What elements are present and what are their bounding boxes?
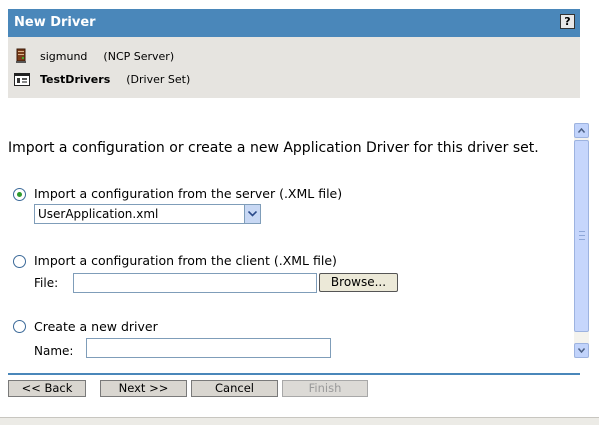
server-file-select[interactable]: UserApplication.xml [34,204,261,224]
driver-set-icon [14,71,30,87]
title-bar: New Driver ? [8,9,580,37]
browse-button[interactable]: Browse... [319,273,398,292]
server-type: (NCP Server) [103,49,175,63]
context-panel: sigmund (NCP Server) TestDrivers (Driver… [8,37,580,98]
driver-set-type: (Driver Set) [126,72,191,86]
option-import-server-label: Import a configuration from the server (… [34,186,343,201]
window-title: New Driver [14,15,96,30]
vertical-scrollbar[interactable] [574,123,589,358]
name-input[interactable] [86,338,331,358]
help-button[interactable]: ? [560,14,575,29]
back-button[interactable]: << Back [8,380,86,397]
context-row-server: sigmund (NCP Server) [14,47,174,65]
file-input[interactable] [73,273,317,293]
intro-text: Import a configuration or create a new A… [8,140,539,156]
chevron-down-icon[interactable] [244,205,260,223]
chevron-down-icon [578,348,585,353]
option-create-new-label: Create a new driver [34,319,158,334]
server-name: sigmund [40,49,88,63]
context-row-driver-set: TestDrivers (Driver Set) [14,70,190,88]
next-button[interactable]: Next >> [100,380,187,397]
option-import-client-label: Import a configuration from the client (… [34,253,337,268]
server-file-selected: UserApplication.xml [38,207,159,221]
server-icon [14,48,30,64]
scroll-up-button[interactable] [574,123,589,138]
radio-create-new[interactable] [13,320,26,333]
chevron-up-icon [578,128,585,133]
file-label: File: [34,276,59,290]
radio-import-server[interactable] [13,188,26,201]
cancel-button[interactable]: Cancel [191,380,278,397]
scroll-down-button[interactable] [574,343,589,358]
grip-icon [579,231,585,240]
radio-import-client[interactable] [13,255,26,268]
finish-button: Finish [282,380,368,397]
window-bottom-edge [0,417,599,425]
driver-set-name: TestDrivers [40,72,111,86]
scroll-thumb[interactable] [574,140,589,332]
content-area: Import a configuration or create a new A… [8,120,574,360]
name-label: Name: [34,344,74,358]
divider [8,373,580,375]
